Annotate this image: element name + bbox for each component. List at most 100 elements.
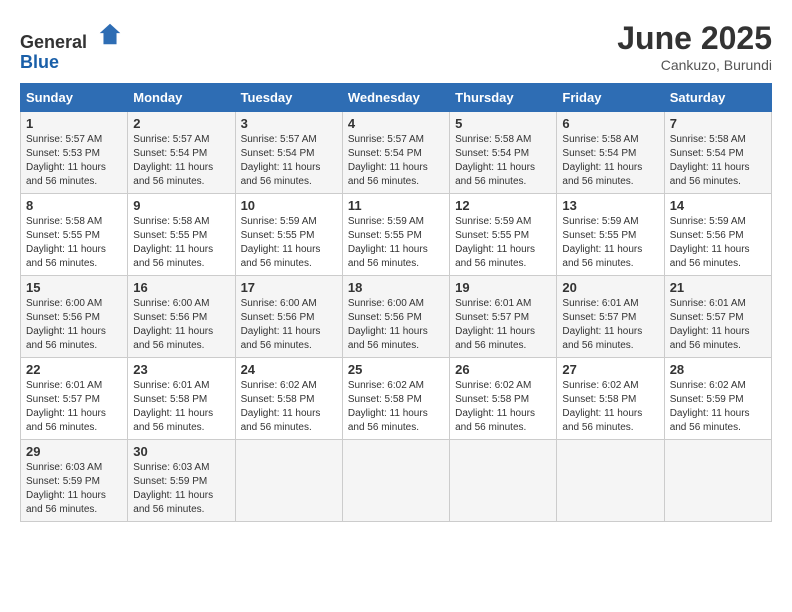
- day-number: 23: [133, 362, 229, 377]
- day-number: 24: [241, 362, 337, 377]
- weekday-header: Saturday: [664, 84, 771, 112]
- day-number: 5: [455, 116, 551, 131]
- day-info: Sunrise: 5:59 AM Sunset: 5:55 PM Dayligh…: [562, 215, 658, 271]
- weekday-header: Thursday: [450, 84, 557, 112]
- calendar-day-cell: 12 Sunrise: 5:59 AM Sunset: 5:55 PM Dayl…: [450, 194, 557, 276]
- weekday-header: Wednesday: [342, 84, 449, 112]
- calendar-day-cell: 24 Sunrise: 6:02 AM Sunset: 5:58 PM Dayl…: [235, 358, 342, 440]
- day-info: Sunrise: 6:00 AM Sunset: 5:56 PM Dayligh…: [133, 297, 229, 353]
- calendar-week-row: 15 Sunrise: 6:00 AM Sunset: 5:56 PM Dayl…: [21, 276, 772, 358]
- calendar-day-cell: 16 Sunrise: 6:00 AM Sunset: 5:56 PM Dayl…: [128, 276, 235, 358]
- day-info: Sunrise: 6:00 AM Sunset: 5:56 PM Dayligh…: [348, 297, 444, 353]
- day-number: 13: [562, 198, 658, 213]
- day-number: 20: [562, 280, 658, 295]
- calendar-day-cell: 9 Sunrise: 5:58 AM Sunset: 5:55 PM Dayli…: [128, 194, 235, 276]
- calendar-day-cell: 23 Sunrise: 6:01 AM Sunset: 5:58 PM Dayl…: [128, 358, 235, 440]
- calendar-day-cell: 17 Sunrise: 6:00 AM Sunset: 5:56 PM Dayl…: [235, 276, 342, 358]
- location: Cankuzo, Burundi: [617, 57, 772, 73]
- day-info: Sunrise: 6:02 AM Sunset: 5:59 PM Dayligh…: [670, 379, 766, 435]
- day-number: 29: [26, 444, 122, 459]
- day-number: 10: [241, 198, 337, 213]
- logo-general: General: [20, 32, 87, 52]
- day-info: Sunrise: 6:01 AM Sunset: 5:57 PM Dayligh…: [26, 379, 122, 435]
- day-info: Sunrise: 6:01 AM Sunset: 5:57 PM Dayligh…: [562, 297, 658, 353]
- calendar-day-cell: 10 Sunrise: 5:59 AM Sunset: 5:55 PM Dayl…: [235, 194, 342, 276]
- weekday-header: Friday: [557, 84, 664, 112]
- day-number: 18: [348, 280, 444, 295]
- day-number: 30: [133, 444, 229, 459]
- day-number: 3: [241, 116, 337, 131]
- month-title: June 2025: [617, 20, 772, 57]
- empty-cell: [235, 440, 342, 522]
- day-number: 25: [348, 362, 444, 377]
- weekday-header: Sunday: [21, 84, 128, 112]
- calendar-day-cell: 28 Sunrise: 6:02 AM Sunset: 5:59 PM Dayl…: [664, 358, 771, 440]
- day-number: 14: [670, 198, 766, 213]
- calendar-day-cell: 4 Sunrise: 5:57 AM Sunset: 5:54 PM Dayli…: [342, 112, 449, 194]
- day-info: Sunrise: 5:57 AM Sunset: 5:54 PM Dayligh…: [241, 133, 337, 189]
- day-number: 12: [455, 198, 551, 213]
- day-number: 28: [670, 362, 766, 377]
- empty-cell: [342, 440, 449, 522]
- day-info: Sunrise: 5:58 AM Sunset: 5:55 PM Dayligh…: [133, 215, 229, 271]
- calendar-week-row: 29 Sunrise: 6:03 AM Sunset: 5:59 PM Dayl…: [21, 440, 772, 522]
- page-header: General Blue June 2025 Cankuzo, Burundi: [20, 20, 772, 73]
- day-number: 17: [241, 280, 337, 295]
- day-info: Sunrise: 6:02 AM Sunset: 5:58 PM Dayligh…: [241, 379, 337, 435]
- day-number: 9: [133, 198, 229, 213]
- logo-icon: [96, 20, 124, 48]
- day-number: 19: [455, 280, 551, 295]
- day-number: 2: [133, 116, 229, 131]
- day-info: Sunrise: 5:58 AM Sunset: 5:54 PM Dayligh…: [455, 133, 551, 189]
- day-info: Sunrise: 5:57 AM Sunset: 5:54 PM Dayligh…: [348, 133, 444, 189]
- weekday-header: Monday: [128, 84, 235, 112]
- calendar-day-cell: 13 Sunrise: 5:59 AM Sunset: 5:55 PM Dayl…: [557, 194, 664, 276]
- day-number: 22: [26, 362, 122, 377]
- calendar-day-cell: 21 Sunrise: 6:01 AM Sunset: 5:57 PM Dayl…: [664, 276, 771, 358]
- title-block: June 2025 Cankuzo, Burundi: [617, 20, 772, 73]
- calendar-day-cell: 7 Sunrise: 5:58 AM Sunset: 5:54 PM Dayli…: [664, 112, 771, 194]
- day-info: Sunrise: 5:57 AM Sunset: 5:53 PM Dayligh…: [26, 133, 122, 189]
- day-info: Sunrise: 6:00 AM Sunset: 5:56 PM Dayligh…: [241, 297, 337, 353]
- day-info: Sunrise: 5:59 AM Sunset: 5:55 PM Dayligh…: [241, 215, 337, 271]
- day-number: 21: [670, 280, 766, 295]
- empty-cell: [664, 440, 771, 522]
- day-info: Sunrise: 5:59 AM Sunset: 5:55 PM Dayligh…: [348, 215, 444, 271]
- empty-cell: [557, 440, 664, 522]
- calendar-day-cell: 3 Sunrise: 5:57 AM Sunset: 5:54 PM Dayli…: [235, 112, 342, 194]
- day-info: Sunrise: 6:03 AM Sunset: 5:59 PM Dayligh…: [133, 461, 229, 517]
- day-info: Sunrise: 6:01 AM Sunset: 5:58 PM Dayligh…: [133, 379, 229, 435]
- day-info: Sunrise: 6:02 AM Sunset: 5:58 PM Dayligh…: [562, 379, 658, 435]
- day-info: Sunrise: 5:58 AM Sunset: 5:55 PM Dayligh…: [26, 215, 122, 271]
- calendar-week-row: 8 Sunrise: 5:58 AM Sunset: 5:55 PM Dayli…: [21, 194, 772, 276]
- day-info: Sunrise: 6:03 AM Sunset: 5:59 PM Dayligh…: [26, 461, 122, 517]
- weekday-header: Tuesday: [235, 84, 342, 112]
- calendar-day-cell: 26 Sunrise: 6:02 AM Sunset: 5:58 PM Dayl…: [450, 358, 557, 440]
- calendar-day-cell: 11 Sunrise: 5:59 AM Sunset: 5:55 PM Dayl…: [342, 194, 449, 276]
- day-number: 8: [26, 198, 122, 213]
- day-info: Sunrise: 5:59 AM Sunset: 5:55 PM Dayligh…: [455, 215, 551, 271]
- calendar-day-cell: 29 Sunrise: 6:03 AM Sunset: 5:59 PM Dayl…: [21, 440, 128, 522]
- day-number: 4: [348, 116, 444, 131]
- day-info: Sunrise: 6:02 AM Sunset: 5:58 PM Dayligh…: [348, 379, 444, 435]
- day-number: 15: [26, 280, 122, 295]
- day-info: Sunrise: 6:01 AM Sunset: 5:57 PM Dayligh…: [455, 297, 551, 353]
- day-info: Sunrise: 6:00 AM Sunset: 5:56 PM Dayligh…: [26, 297, 122, 353]
- day-number: 7: [670, 116, 766, 131]
- calendar-day-cell: 22 Sunrise: 6:01 AM Sunset: 5:57 PM Dayl…: [21, 358, 128, 440]
- calendar-day-cell: 30 Sunrise: 6:03 AM Sunset: 5:59 PM Dayl…: [128, 440, 235, 522]
- day-number: 1: [26, 116, 122, 131]
- calendar-day-cell: 1 Sunrise: 5:57 AM Sunset: 5:53 PM Dayli…: [21, 112, 128, 194]
- calendar-week-row: 1 Sunrise: 5:57 AM Sunset: 5:53 PM Dayli…: [21, 112, 772, 194]
- empty-cell: [450, 440, 557, 522]
- calendar-day-cell: 15 Sunrise: 6:00 AM Sunset: 5:56 PM Dayl…: [21, 276, 128, 358]
- calendar-day-cell: 19 Sunrise: 6:01 AM Sunset: 5:57 PM Dayl…: [450, 276, 557, 358]
- calendar-day-cell: 2 Sunrise: 5:57 AM Sunset: 5:54 PM Dayli…: [128, 112, 235, 194]
- day-number: 6: [562, 116, 658, 131]
- day-info: Sunrise: 5:58 AM Sunset: 5:54 PM Dayligh…: [562, 133, 658, 189]
- day-info: Sunrise: 5:58 AM Sunset: 5:54 PM Dayligh…: [670, 133, 766, 189]
- calendar-day-cell: 8 Sunrise: 5:58 AM Sunset: 5:55 PM Dayli…: [21, 194, 128, 276]
- calendar-day-cell: 18 Sunrise: 6:00 AM Sunset: 5:56 PM Dayl…: [342, 276, 449, 358]
- day-info: Sunrise: 6:01 AM Sunset: 5:57 PM Dayligh…: [670, 297, 766, 353]
- day-number: 11: [348, 198, 444, 213]
